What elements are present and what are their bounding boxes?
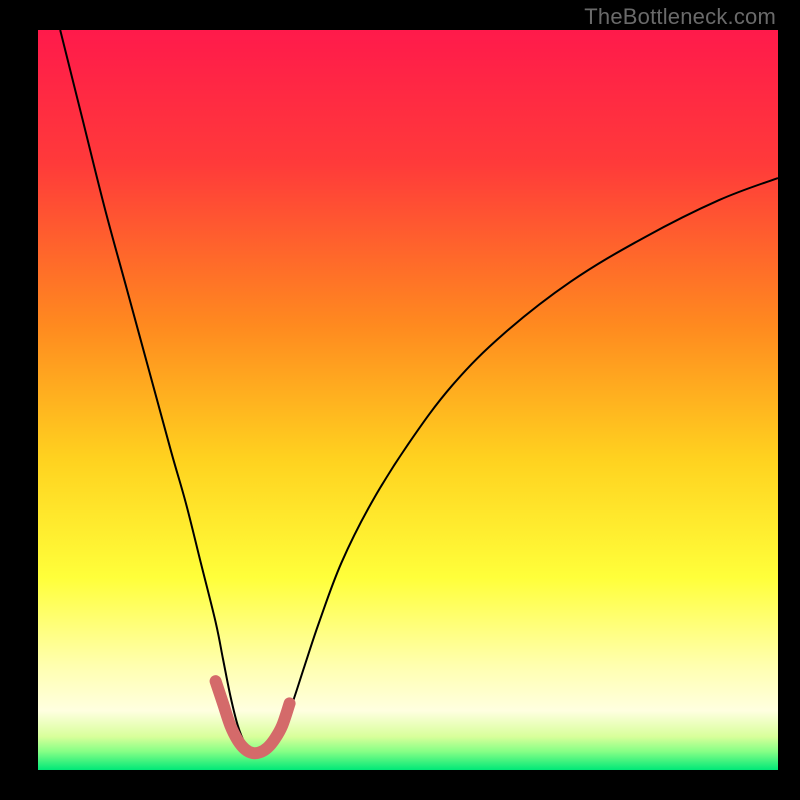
watermark-text: TheBottleneck.com: [584, 4, 776, 30]
chart-frame: TheBottleneck.com: [0, 0, 800, 800]
gradient-background: [38, 30, 778, 770]
plot-area: [38, 30, 778, 770]
chart-svg: [38, 30, 778, 770]
